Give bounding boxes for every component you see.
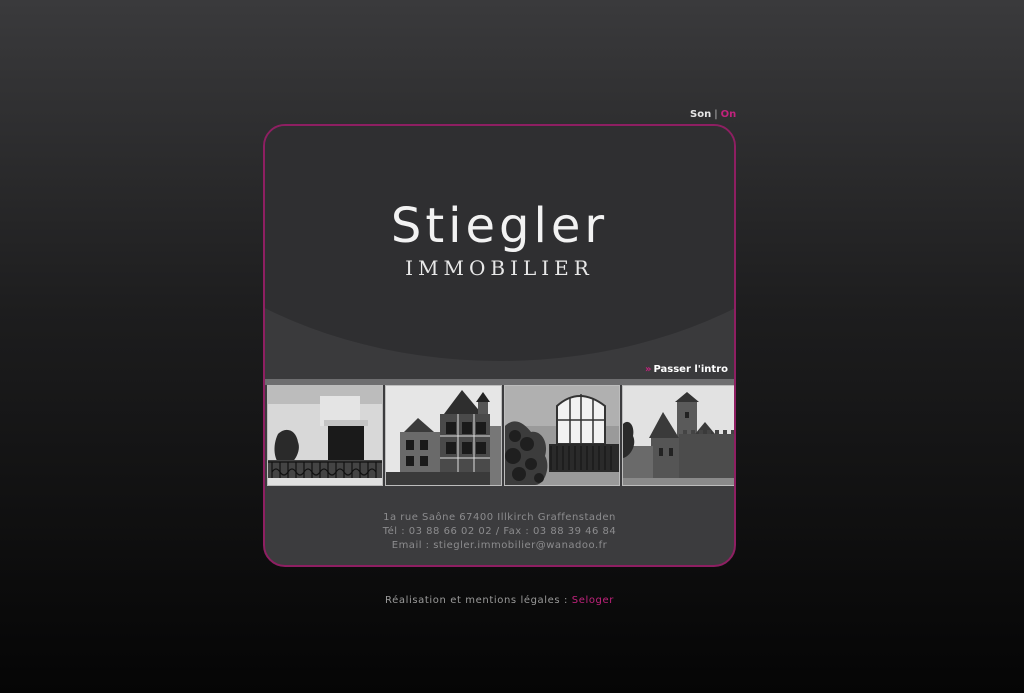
window-balcony-photo — [503, 385, 620, 486]
skip-intro-link[interactable]: » Passer l'intro — [645, 364, 728, 375]
balcony-photo — [267, 385, 384, 486]
seloger-link[interactable]: Seloger — [572, 595, 614, 606]
contact-phone-fax: Tél : 03 88 66 02 02 / Fax : 03 88 39 46… — [382, 526, 617, 537]
photo-strip — [267, 385, 734, 486]
intro-card: Stiegler IMMOBILIER » Passer l'intro 1a … — [263, 124, 736, 567]
sound-on-link[interactable]: On — [721, 109, 737, 120]
contact-address: 1a rue Saône 67400 Illkirch Graffenstade… — [383, 512, 616, 523]
skip-intro-label: Passer l'intro — [653, 364, 728, 375]
sound-label: Son — [690, 109, 712, 120]
skip-bullet-icon: » — [645, 364, 652, 375]
contact-email: Email : stiegler.immobilier@wanadoo.fr — [391, 540, 608, 551]
castle-photo — [621, 385, 734, 486]
footer: Réalisation et mentions légales : Seloge… — [263, 595, 736, 606]
contact-info: 1a rue Saône 67400 Illkirch Graffenstade… — [265, 511, 734, 553]
logo-subtitle: IMMOBILIER — [405, 256, 594, 280]
timbered-house-photo — [385, 385, 502, 486]
logo-area: Stiegler IMMOBILIER » Passer l'intro — [265, 126, 734, 381]
company-logo: Stiegler IMMOBILIER — [265, 196, 734, 280]
sound-toggle: Son | On — [690, 109, 740, 120]
sound-separator: | — [714, 109, 718, 120]
logo-brand: Stiegler — [390, 198, 609, 254]
footer-text: Réalisation et mentions légales : — [385, 595, 568, 606]
